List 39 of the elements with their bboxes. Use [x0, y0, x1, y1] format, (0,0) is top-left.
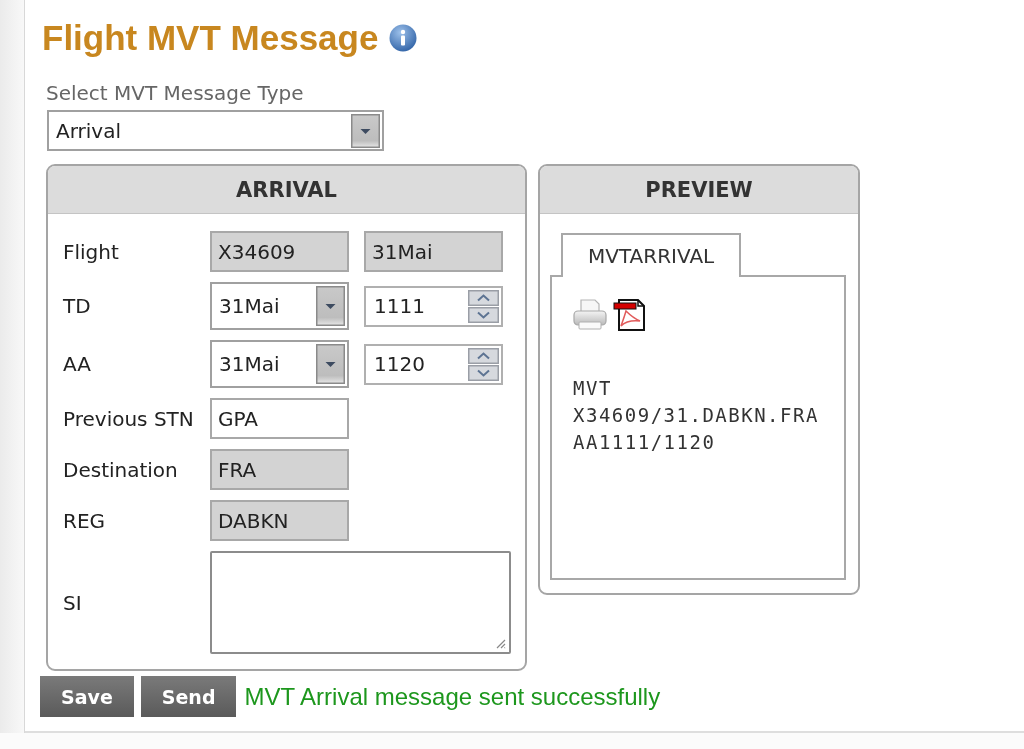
pdf-file-icon[interactable] [613, 298, 647, 331]
chevron-down-icon[interactable] [468, 306, 499, 323]
message-type-select[interactable]: Arrival [47, 110, 384, 151]
message-line: MVT [573, 376, 612, 401]
chevron-up-icon[interactable] [468, 289, 499, 306]
panel-header: PREVIEW [540, 166, 858, 214]
field-label: TD [63, 294, 92, 318]
caret-down-icon[interactable] [316, 344, 345, 384]
action-button[interactable]: Send [140, 676, 237, 717]
input-field[interactable]: DABKN [210, 500, 349, 541]
caret-down-icon[interactable] [316, 286, 345, 326]
chevron-up-icon[interactable] [468, 347, 499, 364]
time-spinner-field[interactable]: 1111 [364, 285, 503, 327]
text-area-field[interactable] [210, 551, 511, 654]
field-label: Previous STN [63, 406, 195, 431]
date-select[interactable]: 31Mai [210, 282, 349, 330]
message-line: X34609/31.DABKN.FRA [573, 403, 819, 428]
field-label: Flight [63, 239, 120, 264]
info-icon[interactable] [389, 24, 418, 52]
date-select[interactable]: 31Mai [210, 340, 349, 388]
panel-header: ARRIVAL [48, 166, 525, 214]
input-field[interactable]: 31Mai [364, 231, 503, 272]
time-spinner-field[interactable]: 1120 [364, 343, 503, 385]
resize-grip-icon[interactable] [494, 637, 506, 649]
input-field[interactable]: GPA [210, 398, 349, 439]
caret-down-icon[interactable] [351, 113, 380, 148]
field-label: Select MVT Message Type [46, 81, 304, 105]
chevron-down-icon[interactable] [468, 364, 499, 381]
status-message: MVT Arrival message sent successfully [244, 682, 661, 711]
action-button[interactable]: Save [40, 676, 134, 717]
field-label: AA [63, 352, 92, 376]
field-label: Destination [63, 457, 179, 482]
page-title: Flight MVT Message [42, 18, 379, 58]
input-field[interactable]: FRA [210, 449, 349, 490]
preview-tab[interactable]: MVTARRIVAL [561, 233, 742, 277]
field-label: SI [63, 590, 83, 615]
message-line: AA1111/1120 [573, 430, 716, 455]
input-field[interactable]: X34609 [210, 231, 349, 272]
field-label: REG [63, 508, 107, 533]
